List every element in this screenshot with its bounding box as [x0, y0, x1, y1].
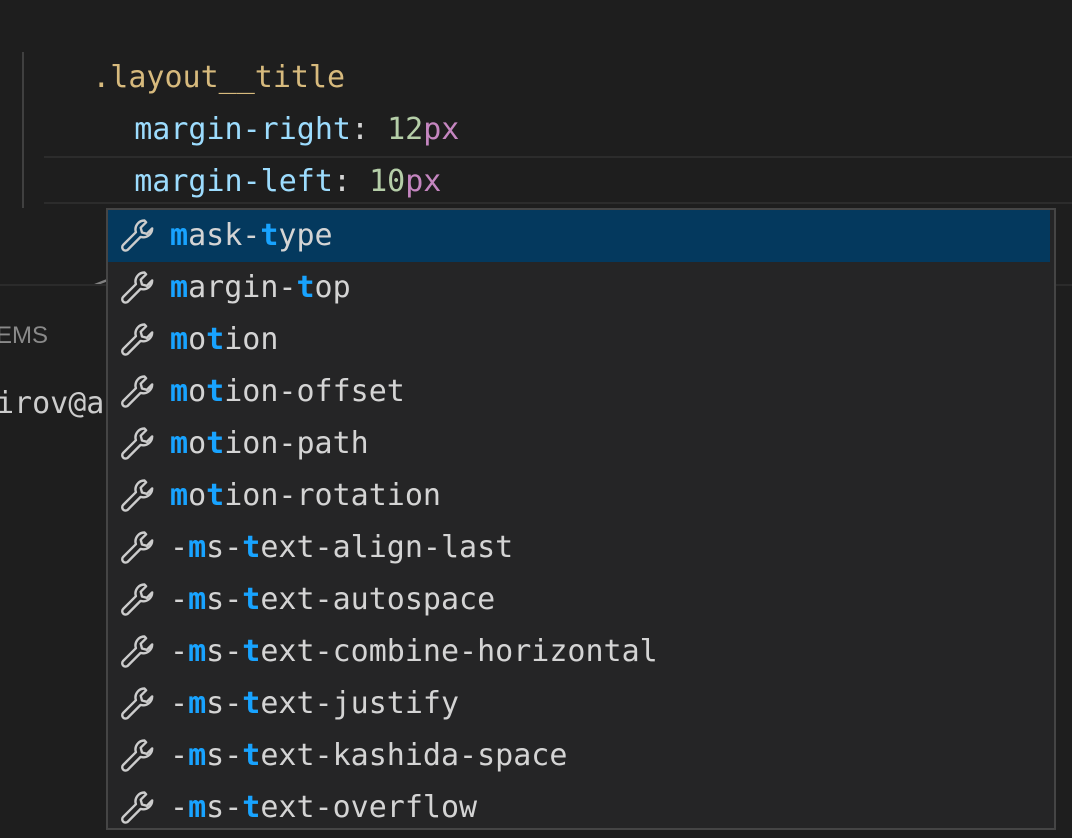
wrench-icon [114, 216, 162, 256]
suggest-item-label: -ms-text-justify [170, 686, 459, 721]
suggest-scrollbar[interactable] [1050, 210, 1054, 828]
suggest-item[interactable]: -ms-text-align-last [108, 522, 1054, 574]
suggest-item[interactable]: mask-type [108, 210, 1054, 262]
wrench-icon [114, 528, 162, 568]
wrench-icon [114, 580, 162, 620]
terminal-prompt: irov@a [0, 386, 105, 421]
suggest-item-label: motion-path [170, 426, 369, 461]
code-line-margin-left[interactable]: margin-left: 10px [62, 104, 441, 199]
wrench-icon [114, 320, 162, 360]
wrench-icon [114, 268, 162, 308]
suggest-item[interactable]: -ms-text-combine-horizontal [108, 626, 1054, 678]
suggest-item[interactable]: motion-offset [108, 366, 1054, 418]
code-line-selector[interactable]: .layout__title [20, 0, 345, 95]
suggest-item[interactable]: margin-top [108, 262, 1054, 314]
wrench-icon [114, 476, 162, 516]
panel-tab-problems[interactable]: EMS [0, 322, 48, 350]
suggest-item[interactable]: -ms-text-justify [108, 678, 1054, 730]
suggest-list[interactable]: mask-type margin-top motion motion-offset mo… [108, 210, 1054, 828]
suggest-item[interactable]: motion [108, 314, 1054, 366]
suggest-item-label: motion [170, 322, 279, 357]
suggest-widget[interactable]: mask-type margin-top motion motion-offset mo… [106, 208, 1056, 830]
code-line-current[interactable]: mt [62, 154, 175, 251]
suggest-item-label: motion-offset [170, 374, 405, 409]
suggest-item[interactable]: -ms-text-overflow [108, 782, 1054, 828]
wrench-icon [114, 424, 162, 464]
wrench-icon [114, 372, 162, 412]
suggest-item-label: -ms-text-combine-horizontal [170, 634, 658, 669]
suggest-item[interactable]: -ms-text-autospace [108, 574, 1054, 626]
wrench-icon [114, 736, 162, 776]
suggest-item-label: -ms-text-align-last [170, 530, 514, 565]
suggest-item[interactable]: motion-path [108, 418, 1054, 470]
wrench-icon [114, 788, 162, 828]
suggest-item-label: -ms-text-kashida-space [170, 738, 568, 773]
suggest-item-label: -ms-text-overflow [170, 790, 478, 825]
wrench-icon [114, 632, 162, 672]
suggest-item-label: motion-rotation [170, 478, 441, 513]
code-line-margin-right[interactable]: margin-right: 12px [62, 52, 459, 147]
suggest-item[interactable]: motion-rotation [108, 470, 1054, 522]
suggest-item-label: -ms-text-autospace [170, 582, 496, 617]
wrench-icon [114, 684, 162, 724]
suggest-item[interactable]: -ms-text-kashida-space [108, 730, 1054, 782]
suggest-item-label: mask-type [170, 218, 333, 253]
suggest-item-label: margin-top [170, 270, 351, 305]
current-line-highlight [44, 156, 1072, 204]
